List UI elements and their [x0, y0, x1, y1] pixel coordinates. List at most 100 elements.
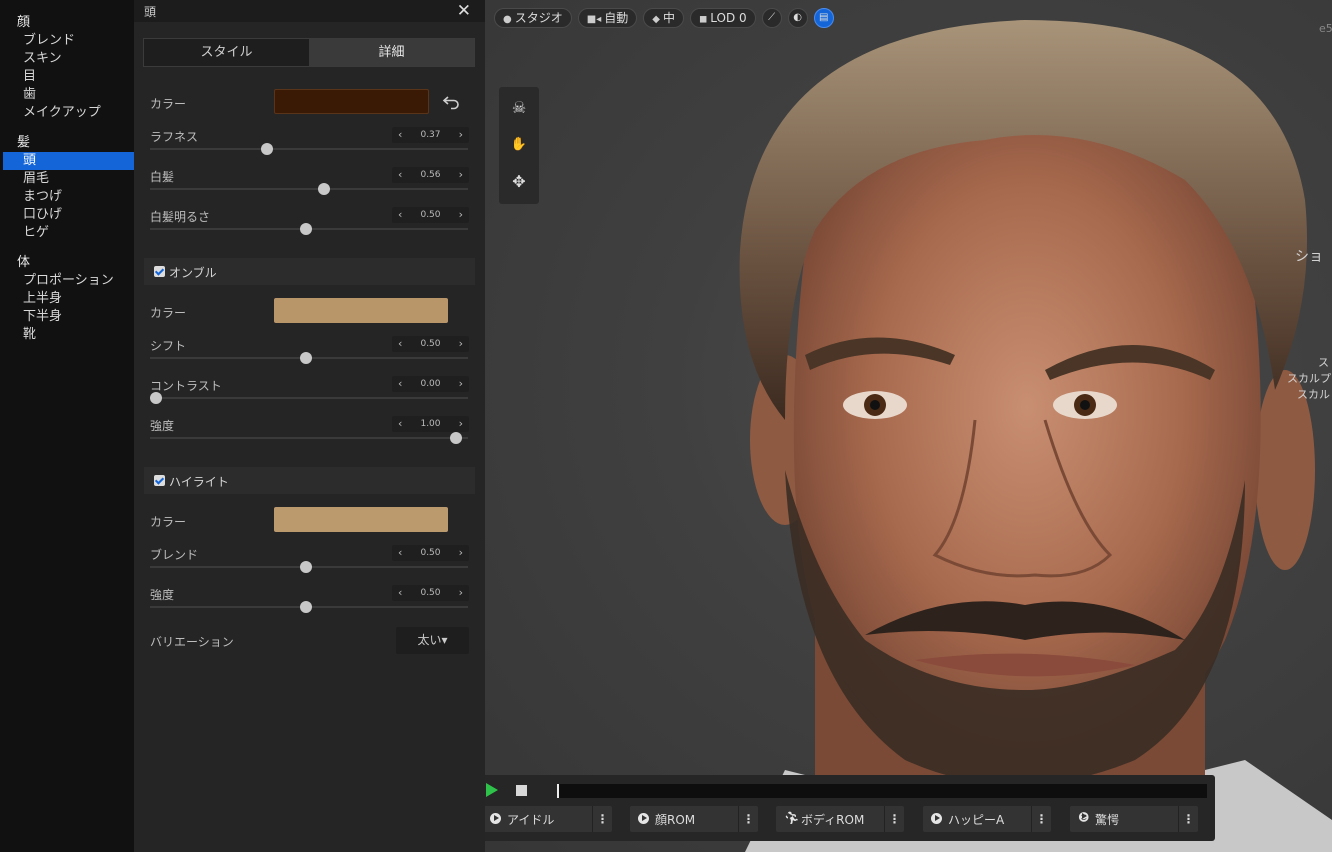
nav-category-body[interactable]: 体	[0, 254, 134, 272]
slider-thumb[interactable]	[300, 352, 312, 364]
roughness-value[interactable]: 0.37	[392, 130, 469, 140]
roughness-slider[interactable]	[150, 143, 468, 155]
shift-value[interactable]: 0.50	[392, 339, 469, 349]
contrast-slider[interactable]	[150, 392, 468, 404]
close-icon[interactable]: ✕	[457, 0, 471, 22]
shift-stepper[interactable]: ‹ 0.50 ›	[392, 336, 469, 352]
tab-style[interactable]: スタイル	[144, 39, 309, 66]
slider-thumb[interactable]	[300, 601, 312, 613]
nav-item-head[interactable]: 頭	[3, 152, 134, 170]
shift-slider[interactable]	[150, 352, 468, 364]
nav-item-beard[interactable]: ヒゲ	[0, 224, 134, 242]
slider-thumb[interactable]	[300, 561, 312, 573]
timeline-cursor[interactable]	[557, 784, 559, 798]
sculpt-hand-icon[interactable]: ✋	[499, 130, 539, 160]
increment-icon[interactable]: ›	[459, 586, 463, 599]
animation-body-rom[interactable]: 🏃︎ ボディROM ⋮	[776, 806, 904, 832]
highlight-color-swatch[interactable]	[274, 507, 448, 532]
increment-icon[interactable]: ›	[459, 417, 463, 430]
increment-icon[interactable]: ›	[459, 168, 463, 181]
highlight-section-header[interactable]: ハイライト	[144, 467, 475, 494]
nav-item-eyelashes[interactable]: まつげ	[0, 188, 134, 206]
ombre-checkbox[interactable]	[154, 266, 165, 277]
animation-idle[interactable]: アイドル ⋮	[485, 806, 612, 832]
highlight-intensity-stepper[interactable]: ‹ 0.50 ›	[392, 585, 469, 601]
highlight-checkbox[interactable]	[154, 475, 165, 486]
skull-icon[interactable]: ☠	[499, 93, 539, 123]
shift-label: シフト	[150, 339, 187, 353]
ombre-intensity-slider[interactable]	[150, 432, 468, 444]
blend-slider[interactable]	[150, 561, 468, 573]
gray-stepper[interactable]: ‹ 0.56 ›	[392, 167, 469, 183]
camera-button[interactable]: ■◂ 自動	[577, 8, 638, 28]
highlight-intensity-value[interactable]: 0.50	[392, 588, 469, 598]
increment-icon[interactable]: ›	[459, 546, 463, 559]
nav-item-makeup[interactable]: メイクアップ	[0, 104, 134, 122]
increment-icon[interactable]: ›	[459, 128, 463, 141]
increment-icon[interactable]: ›	[459, 377, 463, 390]
kebab-menu-icon[interactable]: ⋮	[884, 806, 904, 832]
nav-item-upper-body[interactable]: 上半身	[0, 290, 134, 308]
timeline-scrubber[interactable]	[557, 784, 1207, 798]
nav-item-eyes[interactable]: 目	[0, 68, 134, 86]
nav-category-face[interactable]: 顔	[0, 14, 134, 32]
nav-item-proportion[interactable]: プロポーション	[0, 272, 134, 290]
play-icon[interactable]	[486, 783, 498, 797]
slider-thumb[interactable]	[450, 432, 462, 444]
slider-thumb[interactable]	[300, 223, 312, 235]
gray-brightness-slider[interactable]	[150, 223, 468, 235]
slider-thumb[interactable]	[150, 392, 162, 404]
contrast-stepper[interactable]: ‹ 0.00 ›	[392, 376, 469, 392]
increment-icon[interactable]: ›	[459, 337, 463, 350]
base-color-swatch[interactable]	[274, 89, 429, 114]
animation-happy-a[interactable]: ハッピーA ⋮	[923, 806, 1051, 832]
viewport-toolbar: ● スタジオ ■◂ 自動 ◆ 中 ◼ LOD 0 ⟋ ◐ ▤	[494, 8, 834, 28]
kebab-menu-icon[interactable]: ⋮	[1178, 806, 1198, 832]
contrast-value[interactable]: 0.00	[392, 379, 469, 389]
nav-category-hair[interactable]: 髪	[0, 134, 134, 152]
grid-toggle-icon[interactable]: ▤	[813, 8, 834, 28]
gray-brightness-stepper[interactable]: ‹ 0.50 ›	[392, 207, 469, 223]
nav-item-lower-body[interactable]: 下半身	[0, 308, 134, 326]
head-icon: ☻	[1078, 811, 1090, 824]
roughness-stepper[interactable]: ‹ 0.37 ›	[392, 127, 469, 143]
animation-surprise[interactable]: ☻ 驚愕 ⋮	[1070, 806, 1198, 832]
gray-value[interactable]: 0.56	[392, 170, 469, 180]
lod-button[interactable]: ◼ LOD 0	[689, 8, 756, 28]
nav-item-shoes[interactable]: 靴	[0, 326, 134, 344]
ombre-intensity-value[interactable]: 1.00	[392, 419, 469, 429]
character-render	[739, 20, 1332, 852]
gray-brightness-value[interactable]: 0.50	[392, 210, 469, 220]
panel-tabs: スタイル 詳細	[143, 38, 475, 67]
nav-item-blend[interactable]: ブレンド	[0, 32, 134, 50]
slider-thumb[interactable]	[318, 183, 330, 195]
lighting-button[interactable]: ● スタジオ	[494, 8, 572, 28]
slider-thumb[interactable]	[261, 143, 273, 155]
nav-item-eyebrows[interactable]: 眉毛	[0, 170, 134, 188]
highlight-intensity-slider[interactable]	[150, 601, 468, 613]
increment-icon[interactable]: ›	[459, 208, 463, 221]
nav-item-skin[interactable]: スキン	[0, 50, 134, 68]
ombre-section-header[interactable]: オンブル	[144, 258, 475, 285]
kebab-menu-icon[interactable]: ⋮	[1031, 806, 1051, 832]
tab-details[interactable]: 詳細	[309, 39, 474, 66]
reset-icon[interactable]	[442, 94, 462, 110]
ombre-intensity-label: 強度	[150, 419, 175, 433]
kebab-menu-icon[interactable]: ⋮	[738, 806, 758, 832]
blend-stepper[interactable]: ‹ 0.50 ›	[392, 545, 469, 561]
blend-value[interactable]: 0.50	[392, 548, 469, 558]
stop-icon[interactable]	[516, 785, 527, 796]
ombre-intensity-stepper[interactable]: ‹ 1.00 ›	[392, 416, 469, 432]
move-icon[interactable]: ✥	[499, 167, 539, 197]
hair-toggle-icon[interactable]: ⟋	[761, 8, 782, 28]
gray-slider[interactable]	[150, 183, 468, 195]
animation-face-rom[interactable]: 顔ROM ⋮	[630, 806, 758, 832]
quality-button[interactable]: ◆ 中	[643, 8, 684, 28]
variation-dropdown[interactable]: 太い▾	[396, 627, 469, 654]
nav-item-mustache[interactable]: 口ひげ	[0, 206, 134, 224]
clothing-toggle-icon[interactable]: ◐	[787, 8, 808, 28]
kebab-menu-icon[interactable]: ⋮	[592, 806, 612, 832]
ombre-color-swatch[interactable]	[274, 298, 448, 323]
nav-item-teeth[interactable]: 歯	[0, 86, 134, 104]
character-viewport[interactable]: ● スタジオ ■◂ 自動 ◆ 中 ◼ LOD 0 ⟋ ◐ ▤ ☠ ✋ ✥ ショ ス スカ…	[485, 0, 1332, 852]
